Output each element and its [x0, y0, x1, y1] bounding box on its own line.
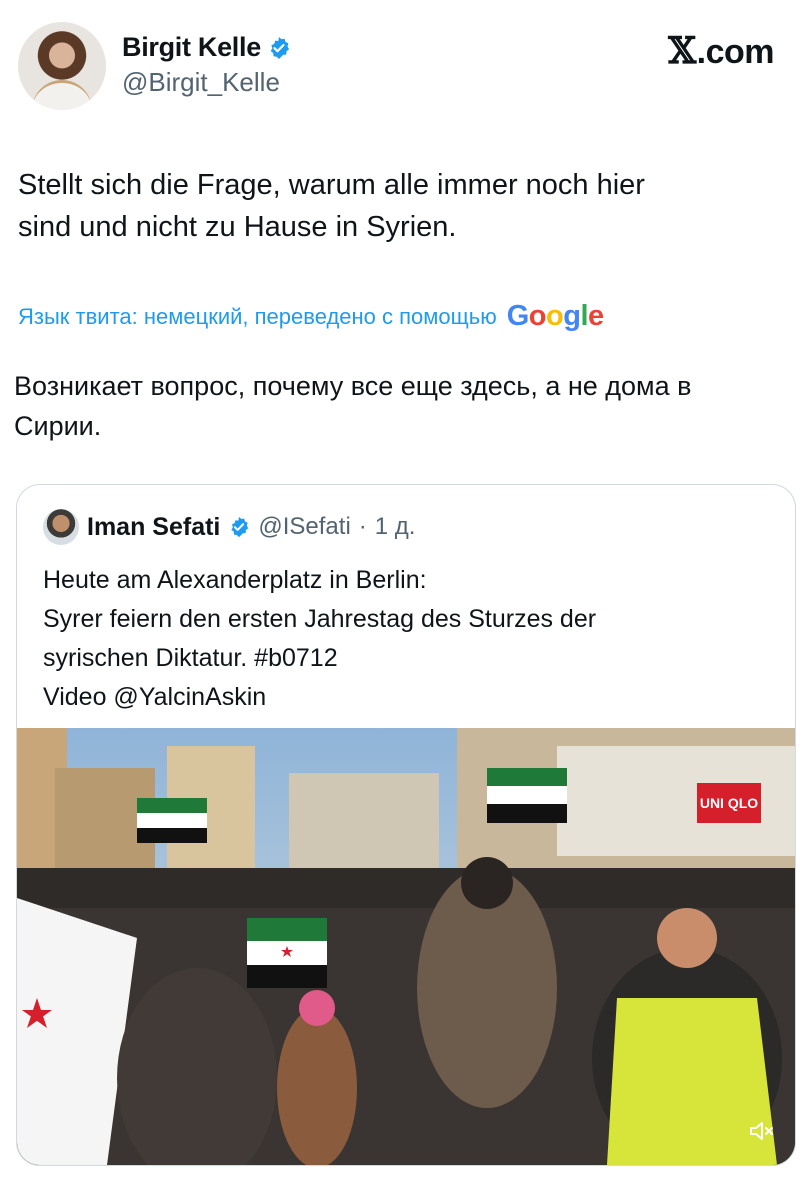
quoted-tweet-header: Iman Sefati @ISefati · 1 д.	[43, 509, 415, 545]
quoted-timestamp[interactable]: 1 д.	[375, 513, 416, 541]
translated-text: Возникает вопрос, почему все еще здесь, …	[14, 371, 692, 441]
author-handle[interactable]: @Birgit_Kelle	[122, 67, 291, 98]
quoted-author-name[interactable]: Iman Sefati	[87, 513, 220, 542]
site-domain: .com	[696, 33, 775, 71]
verified-badge-icon	[231, 516, 249, 538]
google-logo: Google	[506, 300, 604, 332]
shop-sign: UNI QLO	[700, 795, 758, 811]
translation-attribution: Язык твита: немецкий, переведено с помощ…	[18, 300, 604, 333]
speaker-muted-icon[interactable]	[745, 1117, 777, 1149]
x-logo-icon: 𝕏	[668, 30, 696, 72]
site-watermark: 𝕏.com	[668, 30, 774, 72]
meta-separator: ·	[358, 513, 367, 540]
author-name[interactable]: Birgit Kelle	[122, 32, 261, 63]
verified-badge-icon	[270, 36, 290, 59]
author-avatar[interactable]	[18, 22, 106, 110]
video-player[interactable]: UNI QLO	[17, 728, 795, 1165]
translate-label[interactable]: Язык твита: немецкий, переведено с помощ…	[18, 304, 497, 330]
tweet-text: Stellt sich die Frage, warum alle immer …	[18, 169, 645, 243]
quoted-author-avatar[interactable]	[43, 509, 79, 545]
quoted-author-handle[interactable]: @ISefati	[258, 513, 350, 541]
quoted-tweet-card[interactable]: Iman Sefati @ISefati · 1 д. Heute am Ale…	[16, 484, 796, 1166]
author-block: Birgit Kelle @Birgit_Kelle	[122, 32, 291, 98]
video-frame: UNI QLO	[17, 728, 795, 1165]
quoted-tweet-text: Heute am Alexanderplatz in Berlin: Syrer…	[43, 566, 597, 711]
tweet-header: Birgit Kelle @Birgit_Kelle 𝕏.com	[18, 22, 794, 114]
